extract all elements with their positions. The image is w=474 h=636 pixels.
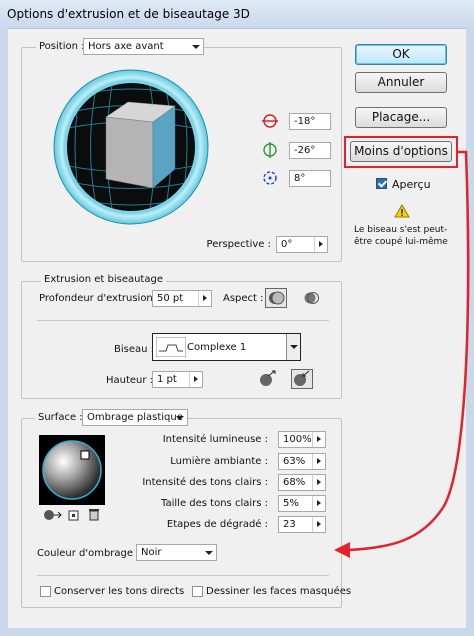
annotation-arrow xyxy=(334,150,470,558)
surface-row-label: Intensité lumineuse : xyxy=(162,434,268,445)
bevel-value: Complexe 1 xyxy=(187,342,247,353)
depth-label: Profondeur d'extrusion : xyxy=(39,293,160,304)
surface-row-label: Intensité des tons clairs : xyxy=(142,477,268,488)
chevron-right-icon xyxy=(312,517,325,532)
perspective-label: Perspective : xyxy=(206,239,271,250)
position-value: Hors axe avant xyxy=(88,41,164,52)
surface-value: Ombrage plastique xyxy=(87,412,183,423)
highlight-size-value: 5% xyxy=(283,498,299,509)
chevron-down-icon xyxy=(176,416,184,420)
bevel-label: Biseau : xyxy=(114,344,155,355)
perspective-field[interactable]: 0° xyxy=(276,236,328,253)
height-field[interactable]: 1 pt xyxy=(152,371,203,388)
depth-field[interactable]: 50 pt xyxy=(152,290,212,307)
rotate-x-value: -18° xyxy=(294,116,316,127)
window-frame-left xyxy=(0,28,8,636)
keep-spot-colors-checkbox[interactable] xyxy=(40,586,51,597)
chevron-right-icon xyxy=(189,372,202,387)
chevron-down-icon xyxy=(205,551,213,555)
height-value: 1 pt xyxy=(157,374,177,385)
keep-spot-colors-label: Conserver les tons directs xyxy=(54,586,185,597)
lighting-sphere[interactable] xyxy=(39,435,105,505)
rotate-z-value: 8° xyxy=(294,173,306,184)
rotate-y-icon xyxy=(263,142,277,158)
rotation-trackball[interactable] xyxy=(53,69,209,225)
surface-row-label: Etapes de dégradé : xyxy=(166,519,268,530)
title-bar: Options d'extrusion et de biseautage 3D xyxy=(0,0,474,29)
cap-on-icon xyxy=(269,291,285,305)
bevel-in-icon xyxy=(294,370,310,386)
ok-button[interactable]: OK xyxy=(355,44,447,65)
chevron-down-icon xyxy=(290,345,298,349)
rotate-x-field[interactable]: -18° xyxy=(289,113,331,130)
bevel-out-icon[interactable] xyxy=(258,370,278,388)
ambient-light-field[interactable]: 63% xyxy=(278,453,326,470)
surface-separator xyxy=(37,575,329,576)
cap-on-button[interactable] xyxy=(265,288,287,308)
draw-hidden-faces-checkbox[interactable] xyxy=(192,586,203,597)
new-light-icon[interactable] xyxy=(68,509,80,521)
extrusion-separator xyxy=(37,320,329,321)
surface-row-label: Taille des tons clairs : xyxy=(161,498,268,509)
extrusion-group-label: Extrusion et biseautage xyxy=(41,274,166,285)
blend-steps-field[interactable]: 23 xyxy=(278,516,326,533)
rotate-x-icon xyxy=(262,114,278,128)
chevron-down-icon xyxy=(192,45,200,49)
chevron-right-icon xyxy=(312,496,325,511)
chevron-right-icon xyxy=(312,432,325,447)
surface-label: Surface : xyxy=(35,412,86,423)
move-light-back-icon[interactable] xyxy=(43,509,63,521)
shade-color-label: Couleur d'ombrage : xyxy=(37,548,140,559)
chevron-right-icon xyxy=(312,475,325,490)
cancel-button[interactable]: Annuler xyxy=(355,72,447,93)
surface-row-label: Lumière ambiante : xyxy=(170,456,268,467)
rotate-z-field[interactable]: 8° xyxy=(289,170,331,187)
chevron-right-icon xyxy=(198,291,211,306)
light-intensity-field[interactable]: 100% xyxy=(278,431,326,448)
cube-preview xyxy=(105,101,176,189)
depth-value: 50 pt xyxy=(157,293,184,304)
shade-color-dropdown[interactable]: Noir xyxy=(136,544,217,561)
height-label: Hauteur : xyxy=(106,375,154,386)
bevel-dropdown[interactable]: Complexe 1 xyxy=(152,333,301,361)
rotate-y-field[interactable]: -26° xyxy=(289,142,331,159)
map-art-button[interactable]: Placage... xyxy=(355,107,447,128)
aspect-label: Aspect : xyxy=(223,293,264,304)
highlight-size-field[interactable]: 5% xyxy=(278,495,326,512)
light-intensity-value: 100% xyxy=(283,434,312,445)
cap-off-icon[interactable] xyxy=(303,290,321,306)
shade-color-value: Noir xyxy=(141,547,162,558)
position-label: Position : xyxy=(36,41,88,52)
surface-dropdown[interactable]: Ombrage plastique xyxy=(82,409,188,426)
blend-steps-value: 23 xyxy=(283,519,296,530)
bevel-in-button[interactable] xyxy=(291,369,313,389)
highlight-intensity-value: 68% xyxy=(283,477,306,488)
rotate-y-value: -26° xyxy=(294,145,316,156)
chevron-right-icon xyxy=(312,454,325,469)
light-source-marker[interactable] xyxy=(80,450,90,460)
window-frame-bottom xyxy=(0,628,474,636)
highlight-intensity-field[interactable]: 68% xyxy=(278,474,326,491)
bevel-profile-icon xyxy=(156,337,186,357)
dialog-window: Options d'extrusion et de biseautage 3D … xyxy=(0,0,474,636)
rotate-z-icon xyxy=(263,171,277,185)
window-title: Options d'extrusion et de biseautage 3D xyxy=(7,7,250,21)
ambient-light-value: 63% xyxy=(283,456,306,467)
trash-icon[interactable] xyxy=(88,508,100,521)
chevron-right-icon xyxy=(314,237,327,252)
draw-hidden-faces-label: Dessiner les faces masquées xyxy=(206,586,352,597)
position-dropdown[interactable]: Hors axe avant xyxy=(83,38,204,55)
perspective-value: 0° xyxy=(281,239,293,250)
